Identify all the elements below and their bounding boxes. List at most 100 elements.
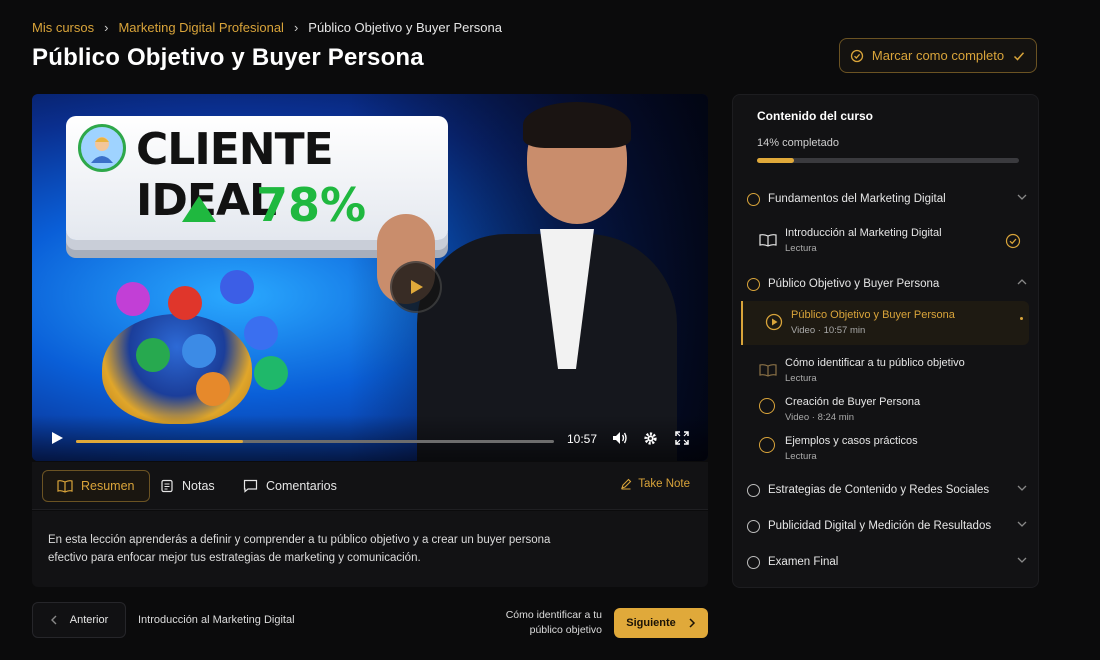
tab-comments[interactable]: Comentarios: [229, 470, 351, 502]
user-bubble-icon: [244, 316, 278, 350]
up-arrow-icon: [182, 196, 216, 222]
check-circle-icon: [850, 49, 864, 62]
section-content-strategy[interactable]: Estrategias de Contenido y Redes Sociale…: [747, 478, 1027, 502]
user-bubble-icon: [196, 372, 230, 406]
chevron-right-icon: ›: [293, 20, 299, 35]
play-icon[interactable]: [50, 431, 64, 445]
user-bubble-icon: [136, 338, 170, 372]
video-controls: 10:57: [32, 415, 708, 461]
page-title: Público Objetivo y Buyer Persona: [32, 44, 424, 71]
section-title: Público Objetivo y Buyer Persona: [768, 278, 940, 290]
comment-icon: [243, 479, 258, 493]
video-time: 10:57: [567, 432, 598, 446]
lesson-title: Introducción al Marketing Digital: [785, 227, 942, 239]
user-bubble-icon: [182, 334, 216, 368]
lesson-meta: Lectura: [785, 451, 817, 462]
lesson-meta: Video · 8:24 min: [785, 412, 855, 423]
section-final-exam[interactable]: Examen Final: [747, 550, 1027, 574]
play-circle-icon: [765, 313, 783, 331]
next-lesson-title: Cómo identificar a tu público objetivo: [505, 609, 602, 636]
chevron-left-icon: [50, 615, 57, 625]
section-status-icon: [747, 519, 760, 533]
mark-complete-label: Marcar como completo: [871, 48, 1005, 63]
circle-icon: [759, 398, 775, 414]
tab-notes[interactable]: Notas: [146, 470, 229, 502]
chevron-down-icon: [1017, 194, 1027, 200]
chevron-down-icon: [1017, 521, 1027, 527]
video-player[interactable]: CLIENTE IDEAL 78% 10:57: [32, 94, 708, 461]
section-title: Fundamentos del Marketing Digital: [768, 193, 946, 205]
avatar-icon: [78, 124, 126, 172]
lesson-title: Público Objetivo y Buyer Persona: [791, 309, 955, 321]
section-status-icon: [747, 192, 760, 206]
breadcrumb: Mis cursos › Marketing Digital Profesion…: [32, 20, 502, 35]
lesson-item[interactable]: Cómo identificar a tu público objetivo L…: [757, 355, 1027, 391]
gear-icon[interactable]: [643, 431, 658, 446]
lesson-title: Ejemplos y casos prácticos: [785, 435, 918, 447]
lesson-item-active[interactable]: Público Objetivo y Buyer Persona Video ·…: [741, 301, 1029, 345]
lesson-item[interactable]: Creación de Buyer Persona Video · 8:24 m…: [757, 394, 1027, 430]
lesson-title: Cómo identificar a tu público objetivo: [785, 357, 965, 369]
take-note-label: Take Note: [638, 478, 690, 490]
take-note-button[interactable]: Take Note: [620, 478, 690, 490]
summary-panel: En esta lección aprenderás a definir y c…: [32, 511, 708, 587]
circle-icon: [759, 437, 775, 453]
book-icon: [57, 480, 73, 493]
next-button[interactable]: Siguiente: [614, 608, 708, 638]
section-title: Examen Final: [768, 556, 839, 568]
summary-text: En esta lección aprenderás a definir y c…: [48, 534, 551, 564]
funnel-illustration: [102, 314, 252, 424]
tab-summary-label: Resumen: [81, 479, 135, 493]
lesson-meta: Video · 10:57 min: [791, 325, 866, 336]
section-digital-ads[interactable]: Publicidad Digital y Medición de Resulta…: [747, 514, 1027, 538]
section-status-icon: [747, 555, 760, 569]
user-bubble-icon: [116, 282, 150, 316]
section-title: Publicidad Digital y Medición de Resulta…: [768, 520, 992, 532]
course-content-sidebar: Contenido del curso 14% completado Funda…: [732, 94, 1039, 588]
chevron-right-icon: ›: [104, 20, 109, 35]
breadcrumb-my-courses[interactable]: Mis cursos: [32, 20, 94, 35]
section-target-audience[interactable]: Público Objetivo y Buyer Persona: [747, 272, 1027, 296]
lesson-meta: Lectura: [785, 373, 817, 384]
user-bubble-icon: [254, 356, 288, 390]
sidebar-title: Contenido del curso: [757, 109, 874, 123]
chevron-down-icon: [1017, 557, 1027, 563]
book-icon: [759, 234, 777, 247]
chevron-right-icon: [689, 618, 695, 628]
tab-summary[interactable]: Resumen: [42, 470, 150, 502]
check-icon: [1014, 51, 1025, 61]
lesson-title: Creación de Buyer Persona: [785, 396, 921, 408]
section-status-icon: [747, 483, 760, 497]
play-icon: [411, 280, 423, 294]
section-fundamentals[interactable]: Fundamentos del Marketing Digital: [747, 187, 1027, 211]
active-dot-icon: [1020, 317, 1023, 320]
thumbnail-stat: 78%: [256, 178, 367, 232]
notes-icon: [161, 479, 173, 493]
next-label: Siguiente: [626, 617, 676, 629]
lesson-item[interactable]: Introducción al Marketing Digital Lectur…: [757, 225, 1027, 261]
chevron-up-icon: [1017, 279, 1027, 285]
video-progress-bar[interactable]: [76, 440, 554, 443]
tab-comments-label: Comentarios: [266, 479, 337, 493]
course-progress-text: 14% completado: [757, 137, 839, 149]
play-button[interactable]: [390, 261, 442, 313]
lesson-meta: Lectura: [785, 243, 817, 254]
book-icon: [759, 364, 777, 377]
lesson-item[interactable]: Ejemplos y casos prácticos Lectura: [757, 433, 1027, 469]
previous-button[interactable]: Anterior: [32, 602, 126, 638]
breadcrumb-current: Público Objetivo y Buyer Persona: [308, 20, 502, 35]
volume-icon[interactable]: [612, 431, 628, 445]
chevron-down-icon: [1017, 485, 1027, 491]
pen-icon: [621, 478, 632, 490]
previous-label: Anterior: [69, 614, 109, 626]
tab-notes-label: Notas: [182, 479, 215, 493]
user-bubble-icon: [168, 286, 202, 320]
course-progress-fill: [757, 158, 794, 163]
section-status-icon: [747, 277, 760, 291]
previous-lesson-title: Introducción al Marketing Digital: [138, 614, 295, 626]
breadcrumb-course[interactable]: Marketing Digital Profesional: [118, 20, 283, 35]
user-bubble-icon: [220, 270, 254, 304]
check-circle-icon: [1005, 233, 1021, 249]
mark-complete-button[interactable]: Marcar como completo: [839, 38, 1037, 73]
fullscreen-icon[interactable]: [675, 431, 689, 445]
